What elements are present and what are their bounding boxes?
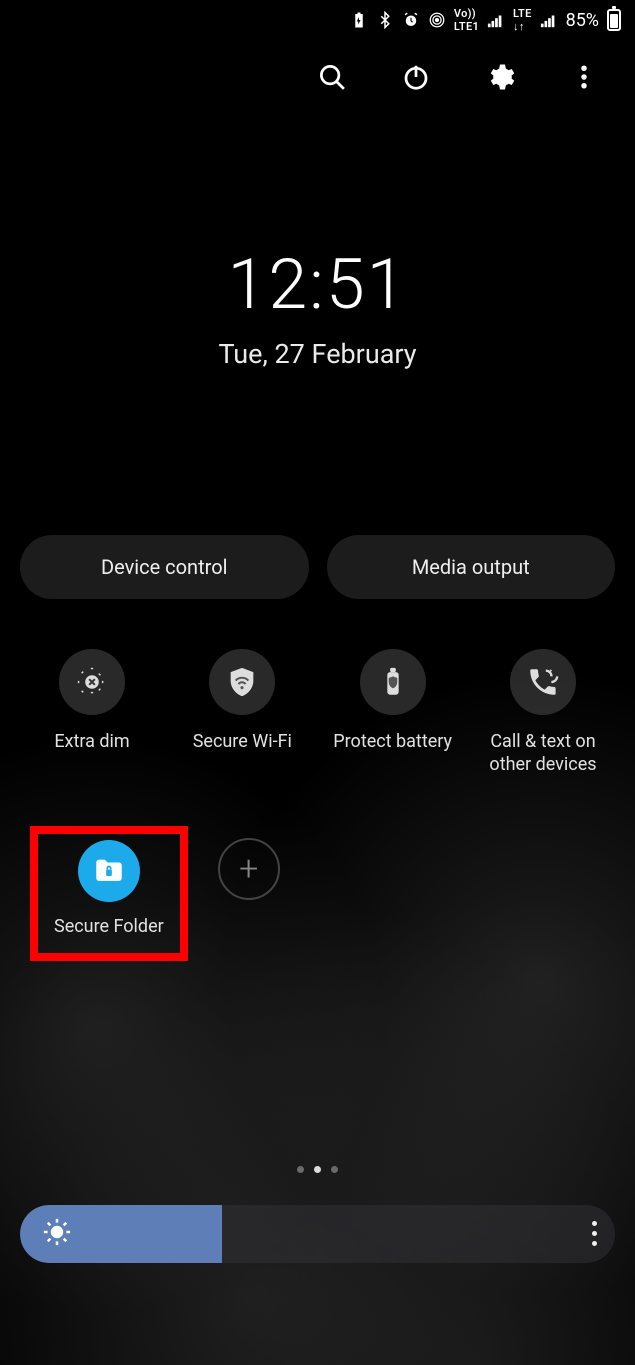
extra-dim-label: Extra dim [54, 731, 129, 754]
page-dot-2 [314, 1166, 321, 1173]
quick-settings-row: Extra dim Secure Wi-Fi Protect battery C… [18, 649, 617, 776]
secure-wifi-toggle[interactable] [209, 649, 275, 715]
brightness-slider[interactable] [20, 1205, 615, 1263]
extra-dim-toggle[interactable] [59, 649, 125, 715]
volte-indicator: Vo))LTE1 [454, 7, 479, 33]
battery-percent: 85% [566, 10, 599, 31]
more-vertical-icon [569, 62, 599, 92]
search-button[interactable] [315, 60, 349, 94]
signal-1-icon [487, 11, 505, 29]
shield-wifi-icon [225, 665, 259, 699]
qs-extra-dim: Extra dim [18, 649, 166, 776]
battery-optimize-icon [350, 11, 368, 29]
add-tile-button[interactable]: + [218, 838, 280, 900]
qs-protect-battery: Protect battery [319, 649, 467, 776]
settings-button[interactable] [483, 60, 517, 94]
media-output-button[interactable]: Media output [327, 535, 616, 599]
search-icon [317, 62, 347, 92]
media-output-label: Media output [412, 555, 530, 579]
protect-battery-toggle[interactable] [360, 649, 426, 715]
secure-folder-icon [92, 854, 126, 888]
lte-indicator: LTE↓↑ [513, 7, 532, 33]
brightness-icon [42, 1217, 72, 1251]
call-text-label: Call & text on other devices [469, 731, 617, 776]
secure-folder-button[interactable] [78, 840, 140, 902]
page-dot-1 [297, 1166, 304, 1173]
power-icon [401, 62, 431, 92]
secure-folder-highlight: Secure Folder [30, 826, 188, 961]
battery-icon [607, 9, 621, 31]
protect-battery-label: Protect battery [333, 731, 452, 754]
device-control-button[interactable]: Device control [20, 535, 309, 599]
power-button[interactable] [399, 60, 433, 94]
more-button[interactable] [567, 60, 601, 94]
call-text-toggle[interactable] [510, 649, 576, 715]
clock-block: 12:51 Tue, 27 February [0, 244, 635, 370]
page-indicator[interactable] [0, 1166, 635, 1173]
battery-shield-icon [376, 665, 410, 699]
hotspot-icon [428, 11, 446, 29]
signal-2-icon [540, 11, 558, 29]
quick-settings-row-2: Secure Folder + [30, 826, 635, 961]
device-control-label: Device control [101, 555, 228, 579]
bluetooth-icon [376, 11, 394, 29]
secure-wifi-label: Secure Wi-Fi [193, 731, 292, 754]
quick-panel-toolbar [0, 36, 635, 94]
secure-folder-label: Secure Folder [54, 916, 164, 939]
control-pill-row: Device control Media output [20, 535, 615, 599]
qs-call-text: Call & text on other devices [469, 649, 617, 776]
status-bar: Vo))LTE1 LTE↓↑ 85% [0, 0, 635, 36]
plus-icon: + [239, 849, 258, 889]
alarm-icon [402, 11, 420, 29]
gear-icon [485, 62, 515, 92]
phone-sync-icon [526, 665, 560, 699]
clock-time: 12:51 [0, 244, 635, 326]
clock-date: Tue, 27 February [0, 338, 635, 370]
page-dot-3 [331, 1166, 338, 1173]
brightness-more-button[interactable] [592, 1221, 597, 1246]
extra-dim-icon [75, 665, 109, 699]
qs-secure-wifi: Secure Wi-Fi [168, 649, 316, 776]
